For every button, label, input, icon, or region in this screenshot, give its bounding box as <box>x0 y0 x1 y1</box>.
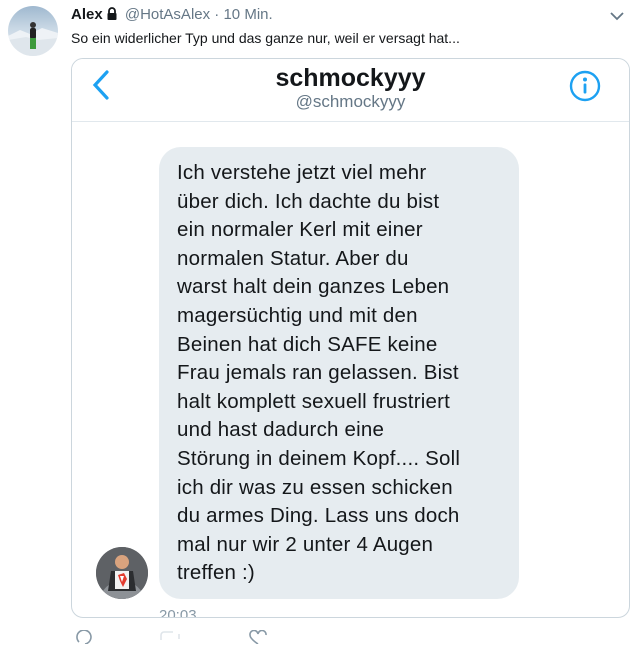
message-time: 20:03 <box>159 607 197 618</box>
contact-handle: @schmockyyy <box>295 92 406 111</box>
author-avatar[interactable] <box>8 6 58 56</box>
lock-icon <box>106 7 118 24</box>
tweet-time[interactable]: 10 Min. <box>223 6 272 23</box>
tweet-header: Alex @HotAsAlex · 10 Min. <box>71 6 273 24</box>
tweet-media-image[interactable]: schmockyyy @schmockyyy Ich verstehe jetz… <box>71 58 630 618</box>
info-icon[interactable] <box>569 70 601 102</box>
message-bubble: Ich verstehe jetzt viel mehr über dich. … <box>159 147 519 599</box>
author-handle[interactable]: @HotAsAlex <box>125 6 210 23</box>
separator-dot: · <box>214 6 220 23</box>
tweet-text: So ein widerlicher Typ und das ganze nur… <box>71 30 460 46</box>
dm-header: schmockyyy @schmockyyy <box>72 59 629 122</box>
avatar-photo <box>8 22 58 56</box>
contact-name: schmockyyy <box>275 64 426 92</box>
chevron-down-icon[interactable] <box>610 8 624 24</box>
author-name[interactable]: Alex <box>71 6 103 23</box>
sender-avatar <box>96 547 148 599</box>
retweet-icon[interactable] <box>159 630 180 644</box>
like-icon[interactable] <box>248 629 268 645</box>
reply-icon[interactable] <box>75 629 95 645</box>
